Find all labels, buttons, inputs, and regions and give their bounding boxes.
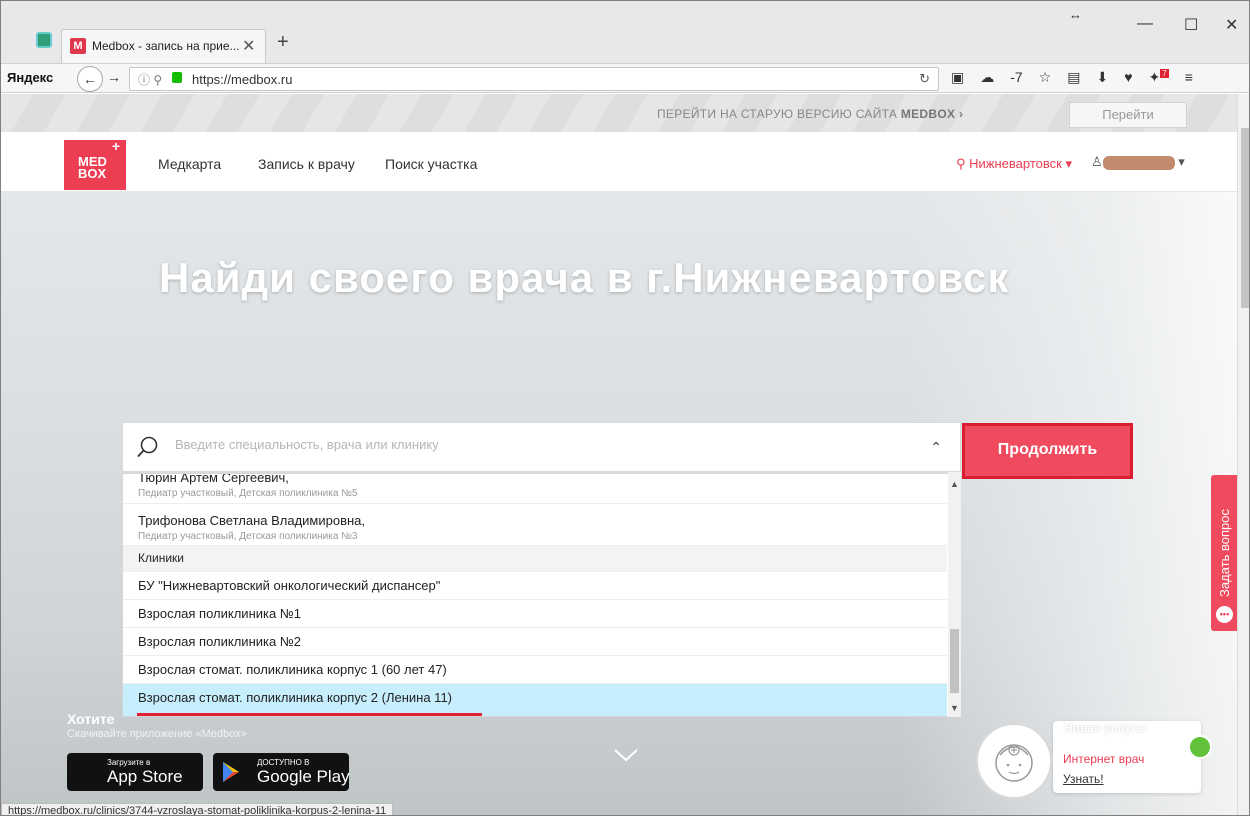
tab-title: Medbox - запись на прие...: [92, 39, 240, 53]
yandex-logo[interactable]: Яндекс: [7, 70, 53, 85]
new-service-label: Новая услуга:: [1064, 721, 1148, 735]
clinic-name: Взрослая стомат. поликлиника корпус 2 (Л…: [138, 690, 452, 705]
app-store-small: Загрузите в: [107, 758, 151, 767]
info-icon[interactable]: ⓘ ⚲: [138, 71, 162, 88]
scroll-up-icon[interactable]: ▲: [948, 479, 961, 489]
clinic-name: Взрослая поликлиника №1: [138, 606, 302, 621]
city-selector[interactable]: ⚲ Нижневартовск ▾: [956, 156, 1072, 172]
clinics-header-label: Клиники: [138, 551, 184, 565]
selection-underline: [137, 713, 482, 716]
nav-medcard[interactable]: Медкарта: [158, 156, 221, 172]
toolbar-icons: ▣ ☁ -7 ☆ ▤ ⬇ ♥ ✦ 7 ≡: [951, 69, 1209, 86]
browser-app-icon[interactable]: [36, 32, 52, 48]
browser-window: M Medbox - запись на прие... ✕ + ↔ — ☐ ✕…: [0, 0, 1250, 816]
close-window-icon[interactable]: ✕: [1225, 15, 1238, 35]
old-version-text: ПЕРЕЙТИ НА СТАРУЮ ВЕРСИЮ САЙТА MEDBOX ›: [657, 107, 964, 121]
google-play-icon: [223, 762, 239, 782]
suggestions-scroll-thumb[interactable]: [950, 629, 959, 693]
screenshot-icon[interactable]: ▣: [951, 69, 964, 85]
site-header: + MED BOX Медкарта Запись к врачу Поиск …: [1, 132, 1237, 192]
list-item-doctor[interactable]: Тюрин Артем Сергеевич, Педиатр участковы…: [123, 473, 947, 504]
old-version-brand: MEDBOX: [900, 107, 956, 121]
chat-bubble-icon: •••: [1216, 606, 1233, 623]
ask-question-tab[interactable]: Задать вопрос •••: [1211, 475, 1237, 631]
app-subtitle: Скачивайте приложение «Medbox»: [67, 728, 247, 740]
list-item-clinic[interactable]: Взрослая поликлиника №2: [123, 628, 947, 656]
continue-button[interactable]: Продолжить: [962, 423, 1133, 479]
status-bar-url: https://medbox.ru/clinics/3744-vzroslaya…: [1, 803, 394, 815]
clinics-group-header: Клиники: [123, 546, 947, 572]
internet-doctor-label: Интернет врач: [1063, 752, 1145, 766]
restore-size-icon[interactable]: ↔: [1069, 7, 1082, 22]
search-icon: [137, 436, 158, 458]
user-name-blurred: [1102, 155, 1175, 170]
weather-icon[interactable]: ☁: [980, 69, 994, 85]
user-icon: ♙: [1091, 154, 1103, 169]
medbox-favicon-icon: M: [70, 38, 86, 54]
search-input[interactable]: [175, 437, 875, 452]
bookmark-star-icon[interactable]: ☆: [1039, 69, 1052, 85]
lock-icon: [172, 72, 182, 83]
forward-arrow-icon[interactable]: →: [107, 69, 121, 85]
clinic-name: БУ "Нижневартовский онкологический диспа…: [138, 578, 441, 593]
google-play-small: ДОСТУПНО В: [257, 758, 310, 767]
google-play-big: Google Play: [257, 767, 350, 786]
chevron-right-icon: ›: [958, 107, 964, 121]
pocket-icon[interactable]: ♥: [1124, 69, 1132, 85]
reload-icon[interactable]: ↻: [919, 71, 930, 87]
medbox-logo[interactable]: + MED BOX: [64, 138, 126, 190]
page-scroll-thumb[interactable]: [1241, 128, 1249, 308]
weather-temp: -7: [1010, 69, 1023, 85]
hero-title: Найди своего врача в г.Нижневартовск: [159, 254, 1010, 301]
doctor-subtitle: Педиатр участковый, Детская поликлиника …: [138, 531, 358, 542]
plus-icon: +: [111, 138, 120, 154]
go-old-version-button[interactable]: Перейти: [1069, 102, 1187, 128]
nav-doctor-appointment[interactable]: Запись к врачу: [258, 156, 355, 172]
doctor-name: Тюрин Артем Сергеевич,: [138, 473, 289, 485]
scroll-down-chevron-icon[interactable]: [613, 747, 639, 763]
clinic-name: Взрослая стомат. поликлиника корпус 1 (6…: [138, 662, 447, 677]
app-store-big: App Store: [107, 767, 183, 786]
doctor-avatar-icon[interactable]: [976, 723, 1052, 799]
doctor-subtitle: Педиатр участковый, Детская поликлиника …: [138, 488, 358, 499]
learn-more-link[interactable]: Узнать!: [1063, 772, 1104, 786]
addon-icon[interactable]: ✦ 7: [1149, 69, 1169, 85]
menu-hamburger-icon[interactable]: ≡: [1185, 69, 1193, 85]
chevron-up-icon[interactable]: ⌃: [930, 439, 942, 456]
title-bar: M Medbox - запись на прие... ✕ + ↔ — ☐ ✕: [1, 1, 1249, 63]
maximize-icon[interactable]: ☐: [1184, 15, 1198, 35]
ask-question-label: Задать вопрос: [1217, 509, 1232, 597]
url-text[interactable]: https://medbox.ru: [192, 72, 292, 87]
user-menu[interactable]: ♙ ▾: [1091, 154, 1185, 170]
tab-close-icon[interactable]: ✕: [242, 36, 255, 56]
search-suggestions: Тюрин Артем Сергеевич, Педиатр участковы…: [122, 473, 961, 717]
page-scrollbar[interactable]: [1237, 94, 1249, 815]
logo-line2: BOX: [78, 166, 107, 181]
back-arrow-icon[interactable]: ←: [77, 66, 103, 92]
reading-list-icon[interactable]: ▤: [1067, 69, 1080, 85]
clinic-name: Взрослая поликлиника №2: [138, 634, 302, 649]
navigation-bar: Яндекс ← → ⓘ ⚲ https://medbox.ru ↻ ▣ ☁ -7 ☆…: [1, 63, 1249, 93]
doctor-name: Трифонова Светлана Владимировна,: [138, 513, 366, 528]
video-call-icon[interactable]: [1188, 735, 1212, 759]
url-bar[interactable]: ⓘ ⚲ https://medbox.ru ↻: [129, 67, 939, 91]
search-box[interactable]: ⌃: [122, 422, 961, 472]
list-item-clinic[interactable]: Взрослая поликлиника №1: [123, 600, 947, 628]
list-item-clinic[interactable]: Взрослая стомат. поликлиника корпус 1 (6…: [123, 656, 947, 684]
scroll-down-icon[interactable]: ▼: [948, 703, 961, 713]
app-store-button[interactable]: Загрузите в App Store: [67, 753, 203, 791]
new-tab-icon[interactable]: +: [277, 31, 289, 54]
google-play-button[interactable]: ДОСТУПНО В Google Play: [213, 753, 350, 791]
location-pin-icon: ⚲: [956, 156, 966, 171]
download-icon[interactable]: ⬇: [1096, 69, 1108, 85]
page-viewport: ПЕРЕЙТИ НА СТАРУЮ ВЕРСИЮ САЙТА MEDBOX › …: [1, 94, 1237, 815]
app-headline: Хотите: [67, 711, 115, 727]
nav-find-district[interactable]: Поиск участка: [385, 156, 477, 172]
promo-bar: ПЕРЕЙТИ НА СТАРУЮ ВЕРСИЮ САЙТА MEDBOX › …: [1, 94, 1237, 132]
tab-medbox[interactable]: M Medbox - запись на прие... ✕: [61, 29, 266, 63]
list-item-doctor[interactable]: Трифонова Светлана Владимировна, Педиатр…: [123, 504, 947, 546]
list-item-clinic[interactable]: БУ "Нижневартовский онкологический диспа…: [123, 572, 947, 600]
minimize-icon[interactable]: —: [1137, 15, 1153, 33]
